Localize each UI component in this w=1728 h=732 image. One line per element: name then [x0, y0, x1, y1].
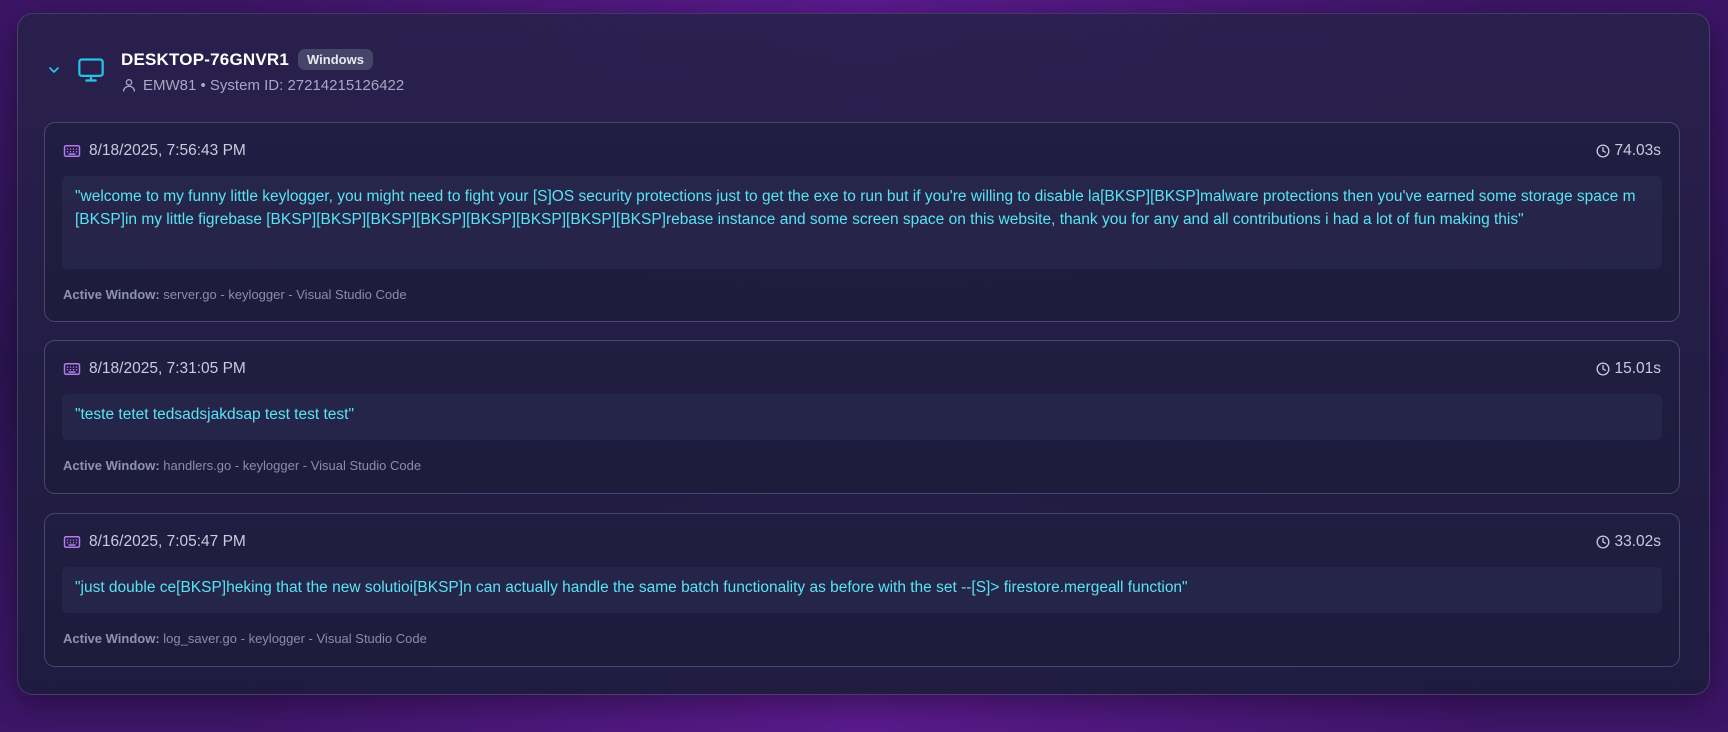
log-entry: 8/18/2025, 7:56:43 PM 74.03s "welcome to…	[44, 122, 1680, 322]
active-window-value: server.go - keylogger - Visual Studio Co…	[163, 287, 407, 302]
keyboard-icon	[63, 534, 81, 550]
clock-icon	[1596, 362, 1610, 376]
active-window-value: handlers.go - keylogger - Visual Studio …	[163, 458, 422, 473]
log-duration: 33.02s	[1614, 533, 1661, 550]
monitor-icon	[76, 55, 106, 85]
user-icon	[121, 77, 137, 93]
keyboard-icon	[63, 361, 81, 377]
log-content: "just double ce[BKSP]heking that the new…	[62, 567, 1662, 613]
clock-icon	[1596, 144, 1610, 158]
log-timestamp: 8/16/2025, 7:05:47 PM	[89, 533, 246, 550]
log-content: "teste tetet tedsadsjakdsap test test te…	[62, 394, 1662, 440]
os-badge: Windows	[298, 49, 373, 70]
device-hostname: DESKTOP-76GNVR1	[121, 49, 290, 69]
log-content: "welcome to my funny little keylogger, y…	[62, 176, 1662, 269]
log-entry: 8/18/2025, 7:31:05 PM 15.01s "teste tete…	[44, 340, 1680, 494]
device-subtitle: EMW81 • System ID: 27214215126422	[143, 76, 405, 94]
log-timestamp: 8/18/2025, 7:31:05 PM	[89, 360, 246, 377]
active-window-label: Active Window:	[63, 458, 160, 473]
active-window-label: Active Window:	[63, 631, 160, 646]
active-window: Active Window: handlers.go - keylogger -…	[63, 458, 421, 473]
device-info: DESKTOP-76GNVR1 Windows EMW81 • System I…	[121, 47, 404, 94]
keyboard-icon	[63, 143, 81, 159]
chevron-down-icon[interactable]	[44, 60, 64, 80]
active-window-value: log_saver.go - keylogger - Visual Studio…	[163, 631, 427, 646]
active-window: Active Window: server.go - keylogger - V…	[63, 287, 407, 302]
log-duration: 74.03s	[1614, 142, 1661, 159]
log-entry: 8/16/2025, 7:05:47 PM 33.02s "just doubl…	[44, 513, 1680, 667]
active-window: Active Window: log_saver.go - keylogger …	[63, 631, 427, 646]
log-duration: 15.01s	[1614, 360, 1661, 377]
active-window-label: Active Window:	[63, 287, 160, 302]
clock-icon	[1596, 535, 1610, 549]
log-timestamp: 8/18/2025, 7:56:43 PM	[89, 142, 246, 159]
device-header[interactable]: DESKTOP-76GNVR1 Windows EMW81 • System I…	[44, 40, 404, 100]
